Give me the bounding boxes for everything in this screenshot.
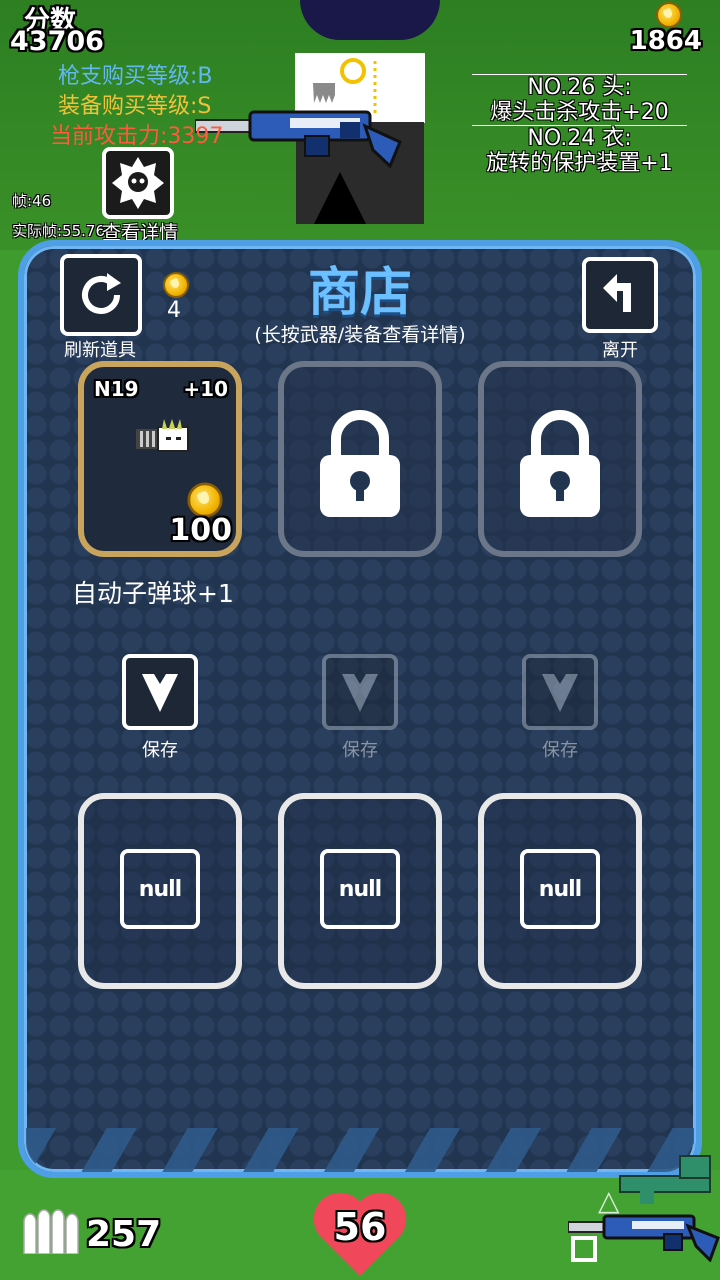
refresh-label: 刷新道具 — [64, 340, 136, 361]
skull-badge-icon — [112, 157, 164, 209]
item-bonus: +10 — [183, 377, 228, 401]
ammo-count: 257 — [86, 1214, 162, 1255]
lock-icon — [520, 410, 600, 517]
enemy-hat — [300, 0, 440, 40]
shop-item-slot-1[interactable]: N19 +10 100 — [78, 361, 242, 557]
panel-stripes — [26, 1128, 694, 1172]
lock-icon — [320, 410, 400, 517]
save-label-3: 保存 — [542, 740, 578, 761]
save-button-1[interactable] — [122, 654, 198, 730]
save-button-2[interactable] — [322, 654, 398, 730]
return-arrow-icon — [603, 274, 631, 312]
saved-slot-1[interactable]: null — [78, 793, 242, 989]
shop-item-slot-2-locked[interactable] — [278, 361, 442, 557]
refresh-cost: 4 — [167, 298, 181, 323]
square-action-button[interactable] — [571, 1236, 597, 1262]
gear-purchase-level: 装备购买等级:S — [58, 94, 212, 119]
gold-total: 1864 — [629, 26, 702, 56]
shop-item-slot-3-locked[interactable] — [478, 361, 642, 557]
null-label: null — [120, 849, 200, 929]
tower-roof — [314, 172, 366, 224]
saved-slot-3[interactable]: null — [478, 793, 642, 989]
null-label: null — [320, 849, 400, 929]
item-name: 自动子弹球+1 — [72, 579, 234, 608]
item-price: 100 — [169, 513, 232, 548]
null-label: null — [520, 849, 600, 929]
arrow-down-icon — [342, 674, 378, 712]
equip-head-title: NO.26 头: — [472, 74, 687, 100]
refresh-button[interactable] — [60, 254, 142, 336]
save-label-1: 保存 — [142, 740, 178, 761]
save-button-3[interactable] — [522, 654, 598, 730]
health-value: 56 — [333, 1205, 387, 1249]
save-label-2: 保存 — [342, 740, 378, 761]
leave-button[interactable] — [582, 257, 658, 333]
real-fps-counter: 实际帧:55.76 — [12, 222, 105, 240]
item-code: N19 — [94, 377, 139, 401]
saved-slot-2[interactable]: null — [278, 793, 442, 989]
ammo-icon — [23, 1209, 79, 1254]
refresh-coin-icon — [163, 272, 189, 298]
auto-bullet-ball-icon — [136, 419, 189, 452]
score-value: 43706 — [10, 26, 104, 57]
equipment-info: NO.26 头: 爆头击杀攻击+20 NO.24 衣: 旋转的保护装置+1 — [472, 74, 687, 176]
player-gun — [195, 110, 402, 169]
equip-body-title: NO.24 衣: — [472, 125, 687, 151]
gun-purchase-level: 枪支购买等级:B — [58, 64, 213, 89]
gold-coin-icon — [656, 2, 682, 28]
fps-counter: 帧:46 — [12, 192, 52, 210]
leave-label: 离开 — [602, 340, 638, 361]
current-attack: 当前攻击力:3397 — [50, 124, 224, 149]
arrow-down-icon — [542, 674, 578, 712]
arrow-down-icon — [142, 674, 178, 712]
refresh-icon — [82, 273, 121, 314]
details-button[interactable] — [102, 147, 174, 219]
equip-head-effect: 爆头击杀攻击+20 — [490, 100, 669, 125]
equip-body-effect: 旋转的保护装置+1 — [486, 151, 673, 176]
